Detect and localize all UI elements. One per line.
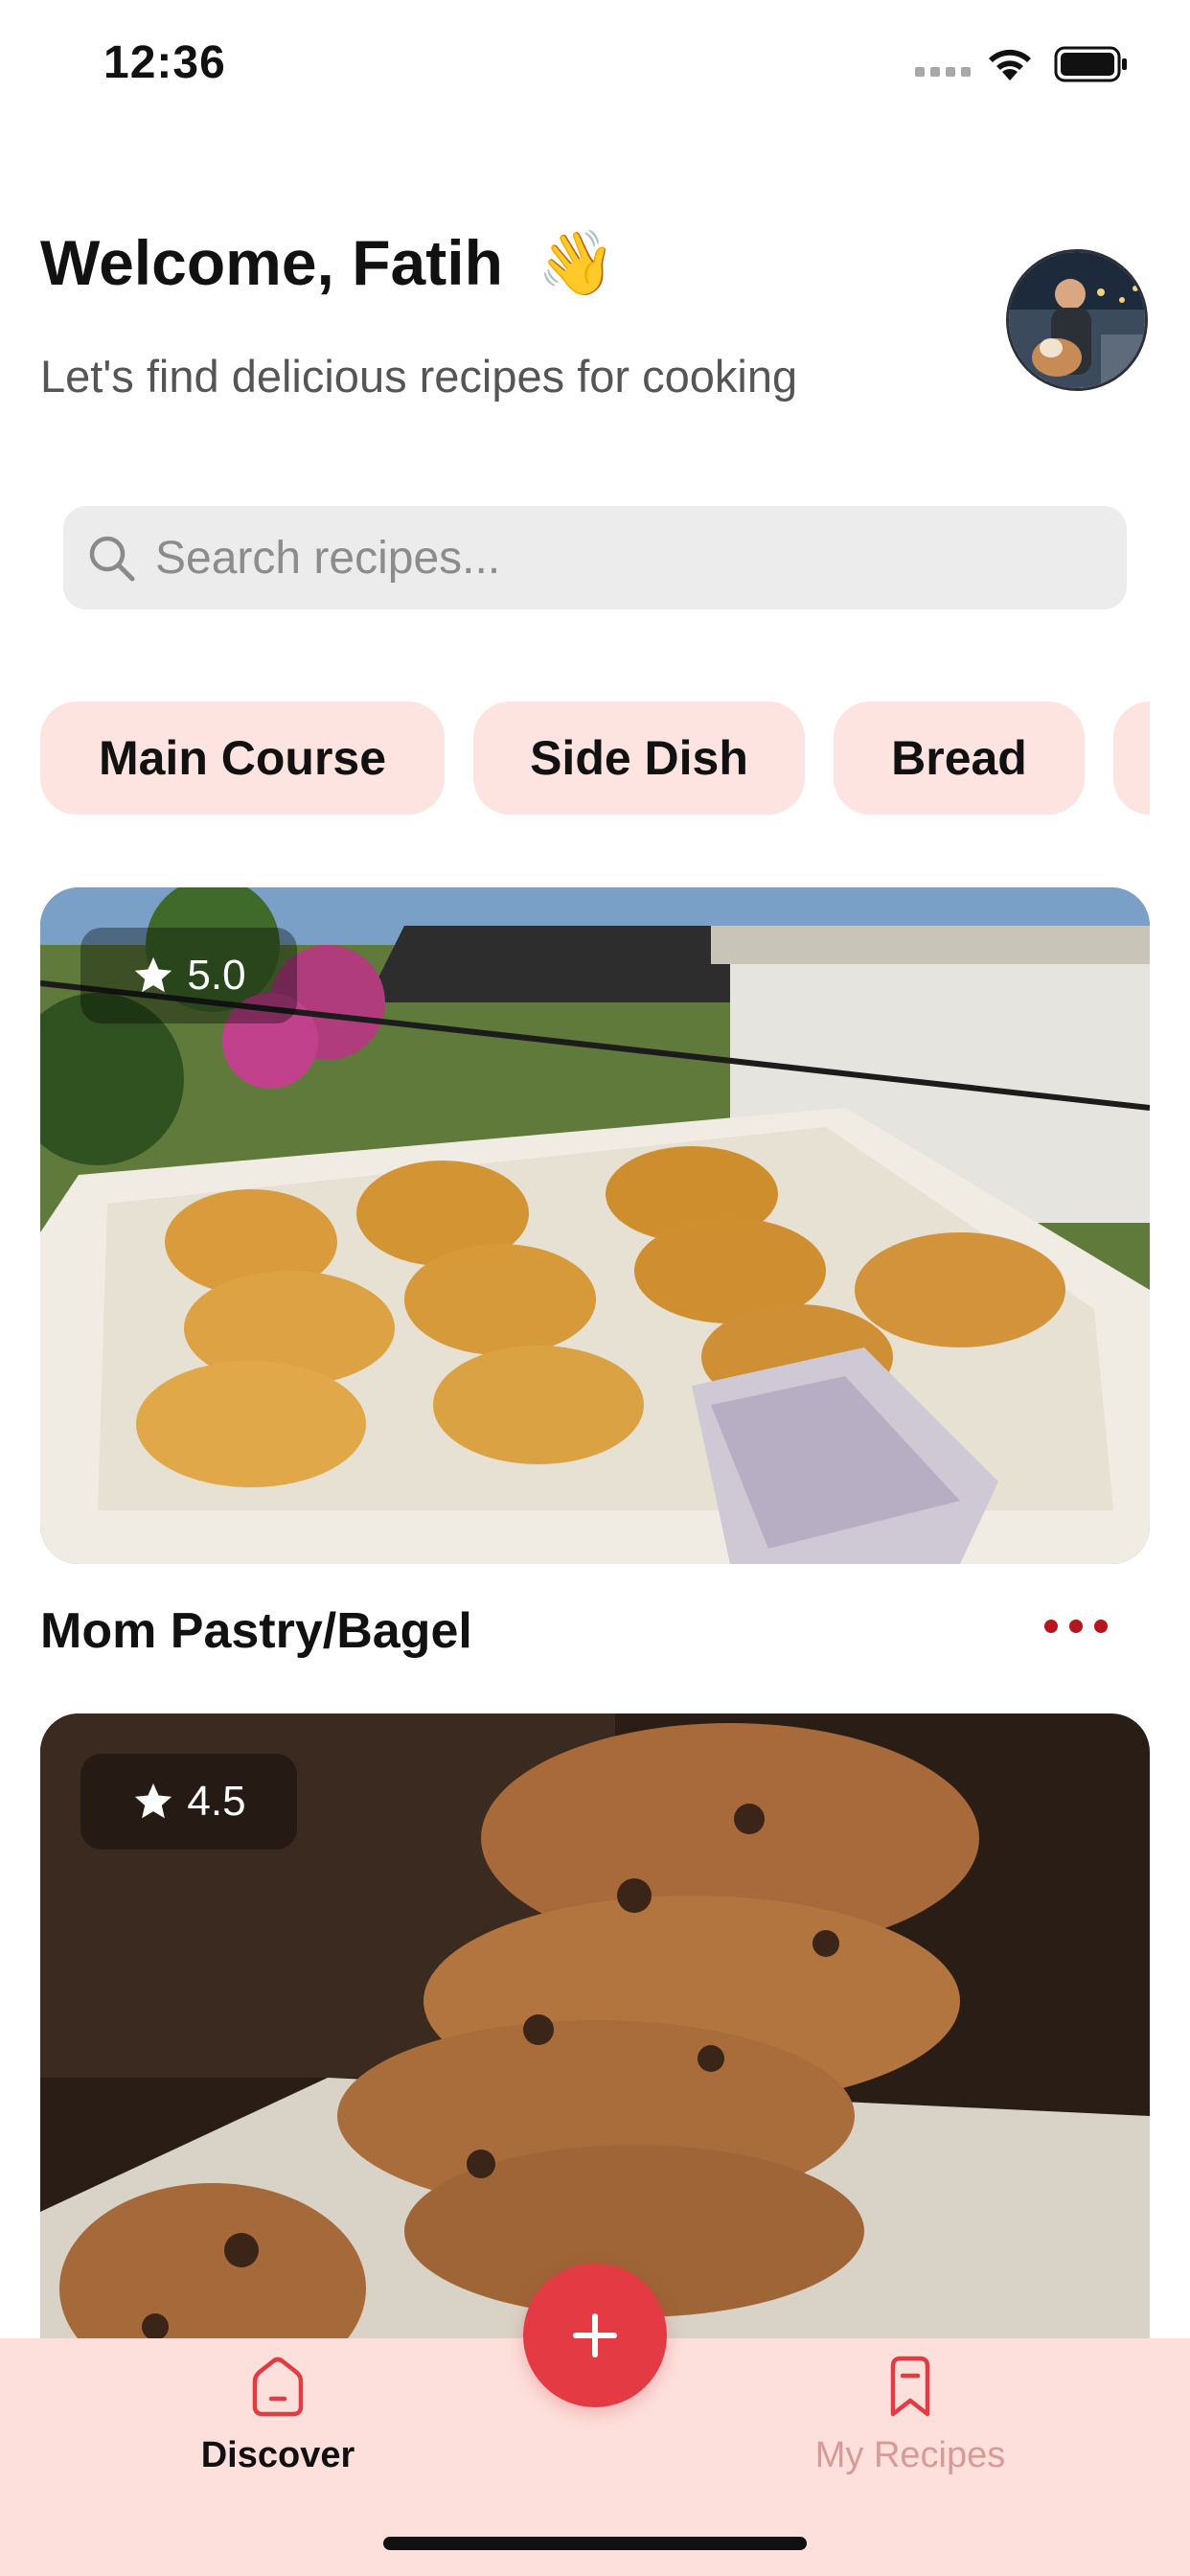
category-chip-main-course[interactable]: Main Course (40, 702, 445, 815)
welcome-subtitle: Let's find delicious recipes for cooking (40, 351, 798, 402)
tab-my-recipes[interactable]: My Recipes (786, 2353, 1035, 2476)
status-bar: 12:36 (0, 0, 1190, 134)
add-recipe-button[interactable] (523, 2264, 667, 2407)
rating-badge: 5.0 (80, 928, 297, 1024)
search-input[interactable] (155, 531, 1018, 585)
welcome-text: Welcome, Fatih (40, 227, 503, 298)
status-time: 12:36 (103, 37, 226, 88)
home-indicator[interactable] (383, 2537, 807, 2550)
discover-screen: 12:36 Welcome, Fatih 👋 Let's find delici… (0, 0, 1190, 2576)
recipe-title[interactable]: Mom Pastry/Bagel (40, 1602, 472, 1660)
rating-value: 4.5 (187, 1778, 246, 1825)
avatar[interactable] (1006, 249, 1148, 391)
search-bar[interactable] (63, 506, 1127, 610)
tab-discover[interactable]: Discover (153, 2353, 402, 2476)
more-options-icon[interactable] (1044, 1620, 1108, 1633)
tab-label: My Recipes (814, 2435, 1006, 2475)
tab-label: Discover (200, 2435, 355, 2475)
home-icon (252, 2357, 304, 2417)
welcome-heading: Welcome, Fatih 👋 (40, 226, 616, 299)
star-icon (135, 956, 172, 993)
category-chip-side-dish[interactable]: Side Dish (473, 702, 805, 815)
wifi-icon (989, 49, 1031, 80)
cellular-signal-icon (915, 67, 971, 77)
rating-badge: 4.5 (80, 1754, 297, 1850)
star-icon (135, 1782, 172, 1819)
recipe-card-image[interactable]: 5.0 (40, 887, 1150, 1564)
plus-icon (573, 2313, 617, 2358)
category-chip-bread[interactable]: Bread (834, 702, 1085, 815)
battery-icon (1054, 46, 1127, 82)
search-icon (89, 536, 135, 582)
rating-value: 5.0 (187, 952, 246, 999)
bookmark-icon (890, 2356, 930, 2417)
waving-hand-icon: 👋 (537, 227, 617, 298)
category-chips: Main Course Side Dish Bread (40, 702, 1150, 816)
category-chip-partial[interactable] (1113, 702, 1150, 815)
